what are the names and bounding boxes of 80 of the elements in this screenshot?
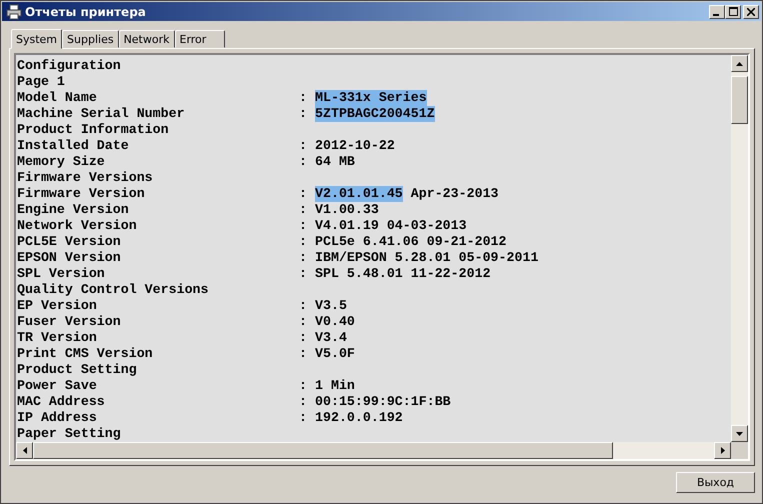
report-label: Fuser Version — [17, 314, 122, 330]
tab[interactable]: System — [11, 29, 62, 49]
report-label: Paper Setting — [17, 426, 122, 442]
colon-separator: : — [299, 234, 308, 250]
report-value: V1.00.33 — [315, 202, 379, 218]
report-value: ML-331x Series — [315, 90, 427, 106]
close-icon[interactable] — [747, 8, 755, 16]
report-label: IP Address — [17, 410, 98, 426]
report-value: 5ZTPBAGC200451Z — [315, 106, 435, 122]
colon-separator: : — [299, 154, 308, 170]
report-label: EPSON Version — [17, 250, 122, 266]
report-label: Power Save — [17, 378, 98, 394]
colon-separator: : — [299, 346, 308, 362]
colon-separator: : — [299, 378, 308, 394]
maximize-icon[interactable] — [728, 7, 738, 16]
report-label: Firmware Version — [17, 186, 146, 202]
colon-separator: : — [299, 186, 308, 202]
down-arrow-icon[interactable] — [736, 432, 743, 436]
report-label: Firmware Versions — [17, 170, 154, 186]
report-value: SPL 5.48.01 11-22-2012 — [315, 266, 491, 282]
horizontal-scrollbar[interactable] — [16, 442, 731, 459]
scroll-thumb[interactable] — [33, 442, 613, 459]
colon-separator: : — [299, 106, 308, 122]
colon-separator: : — [299, 394, 308, 410]
colon-separator: : — [299, 266, 308, 282]
report-value: V0.40 — [315, 314, 355, 330]
colon-separator: : — [299, 218, 308, 234]
report-label: TR Version — [17, 330, 98, 346]
report-label: Product Setting — [17, 362, 138, 378]
report-value: 192.0.0.192 — [315, 410, 403, 426]
scroll-thumb[interactable] — [731, 76, 748, 124]
exit-button[interactable]: Выход — [676, 472, 755, 493]
colon-separator: : — [299, 314, 308, 330]
colon-separator: : — [299, 90, 308, 106]
colon-separator: : — [299, 410, 308, 426]
report-value: 2012-10-22 — [315, 138, 395, 154]
report-value: V5.0F — [315, 346, 355, 362]
printer-icon — [6, 4, 22, 20]
report-label: Model Name — [17, 90, 98, 106]
tab[interactable]: Network — [118, 30, 174, 48]
report-value: 00:15:99:9C:1F:BB — [315, 394, 451, 410]
up-arrow-icon[interactable] — [736, 62, 743, 66]
report-value: V3.4 — [315, 330, 347, 346]
colon-separator: : — [299, 250, 308, 266]
left-arrow-icon[interactable] — [22, 447, 26, 454]
report-label: Print CMS Version — [17, 346, 154, 362]
report-label: Page 1 — [17, 74, 66, 90]
report-value: V3.5 — [315, 298, 347, 314]
report-value: V2.01.01.45 — [315, 186, 403, 202]
report-label: Machine Serial Number — [17, 106, 186, 122]
report-label: Network Version — [17, 218, 138, 234]
report-label: Engine Version — [17, 202, 130, 218]
report-label: EP Version — [17, 298, 98, 314]
close-button[interactable] — [743, 4, 759, 18]
vertical-scrollbar[interactable] — [731, 55, 748, 442]
report-value: V4.01.19 04-03-2013 — [315, 218, 467, 234]
tab[interactable]: Supplies — [62, 30, 119, 48]
report-value: Apr-23-2013 — [410, 186, 499, 202]
report-value: PCL5e 6.41.06 09-21-2012 — [315, 234, 507, 250]
right-arrow-icon[interactable] — [720, 447, 724, 454]
window-title: Отчеты принтера — [25, 4, 147, 18]
report-label: Product Information — [17, 122, 170, 138]
scrollbar-corner — [731, 442, 748, 459]
minimize-button[interactable] — [709, 4, 725, 18]
report-label: Installed Date — [17, 138, 130, 154]
report-value: IBM/EPSON 5.28.01 05-09-2011 — [315, 250, 538, 266]
colon-separator: : — [299, 330, 308, 346]
report-label: MAC Address — [17, 394, 106, 410]
tab[interactable]: Error — [174, 30, 226, 48]
report-label: Quality Control Versions — [17, 282, 210, 298]
report-label: Memory Size — [17, 154, 106, 170]
colon-separator: : — [299, 138, 308, 154]
maximize-button[interactable] — [725, 4, 741, 18]
report-value: 64 MB — [315, 154, 355, 170]
colon-separator: : — [299, 298, 308, 314]
report-value: 1 Min — [315, 378, 355, 394]
colon-separator: : — [299, 202, 308, 218]
report-label: SPL Version — [17, 266, 106, 282]
report-label: Configuration — [17, 58, 122, 74]
report-label: PCL5E Version — [17, 234, 122, 250]
